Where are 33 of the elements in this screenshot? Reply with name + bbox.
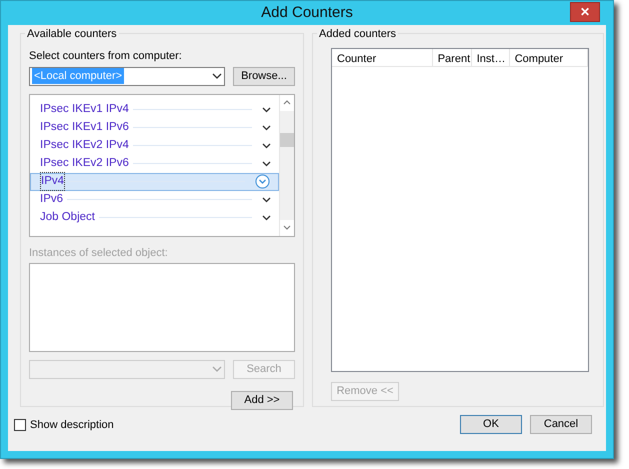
column-header[interactable]: Inst…	[472, 49, 510, 66]
dialog-button[interactable]: Cancel	[530, 415, 592, 434]
object-list-item[interactable]: IPsec IKEv1 IPv4	[30, 100, 279, 118]
chevron-down-icon[interactable]	[262, 196, 271, 202]
column-header[interactable]: Parent	[432, 49, 472, 66]
column-header[interactable]: Computer	[510, 49, 588, 66]
dialog-button[interactable]: OK	[460, 415, 522, 434]
field-label: Select counters from computer:	[29, 49, 183, 64]
scroll-down-icon[interactable]	[280, 220, 294, 236]
chevron-down-icon[interactable]	[262, 160, 271, 166]
chevron-down-icon[interactable]	[262, 214, 271, 220]
object-list-item[interactable]: IPsec IKEv2 IPv6	[30, 154, 279, 172]
scrollbar[interactable]	[279, 94, 294, 236]
field-label: Instances of selected object:	[29, 246, 169, 260]
expand-icon[interactable]	[255, 174, 270, 189]
chevron-down-icon	[212, 72, 222, 80]
chevron-down-icon	[212, 366, 222, 373]
object-list-item[interactable]: IPv6	[30, 190, 279, 208]
object-list-item[interactable]: IPsec IKEv1 IPv6	[30, 118, 279, 136]
object-list-item[interactable]: IPsec IKEv2 IPv4	[30, 136, 279, 154]
show-description-checkbox[interactable]: Show description	[14, 417, 114, 434]
scroll-thumb[interactable]	[280, 132, 294, 146]
chevron-down-icon[interactable]	[262, 106, 271, 112]
chevron-down-icon[interactable]	[262, 124, 271, 130]
scroll-up-icon[interactable]	[280, 94, 294, 110]
add-button[interactable]: Add >>	[231, 391, 293, 410]
browse-button[interactable]: Browse...	[233, 66, 295, 86]
object-list-item[interactable]: IPv4	[30, 172, 279, 190]
close-button[interactable]: ✕	[570, 2, 600, 22]
column-header[interactable]: Counter	[332, 49, 433, 66]
window-title: Add Counters	[261, 2, 353, 23]
object-list-item[interactable]: Job Object	[30, 208, 279, 226]
chevron-down-icon[interactable]	[262, 142, 271, 148]
